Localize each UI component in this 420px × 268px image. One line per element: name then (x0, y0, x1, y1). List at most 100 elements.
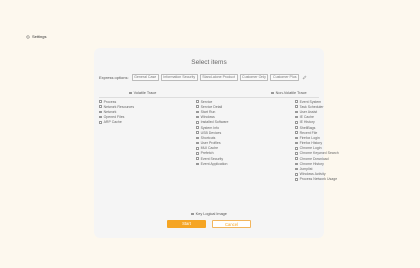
trace-item-label: Event System (299, 99, 322, 104)
checkbox[interactable] (295, 167, 298, 171)
pencil-icon[interactable] (302, 75, 307, 80)
trace-item-chrome-keyword-search[interactable]: Chrome Keyword Search (295, 151, 339, 156)
volatile-trace-label: Volatile Trace (133, 91, 157, 95)
checkbox[interactable] (99, 110, 102, 114)
trace-item-label: Service Detail (200, 104, 223, 109)
nonvolatile-trace-label: Non-Volatile Trace (275, 91, 307, 95)
express-option-information-security[interactable]: Information Security (160, 74, 198, 81)
trace-item-label: Shortcuts (200, 135, 216, 140)
checkbox[interactable] (196, 131, 199, 135)
trace-item-network-resources[interactable]: Network Resources (99, 104, 134, 109)
trace-item-label: System Info (200, 125, 220, 130)
trace-item-label: Recent File (299, 130, 318, 135)
checkbox[interactable] (196, 105, 199, 109)
express-options-bar: Express options: General Case Informatio… (99, 74, 307, 81)
checkbox[interactable] (295, 162, 298, 166)
trace-item-label: Chrome History (299, 161, 324, 166)
trace-item-label: Network Resources (103, 104, 135, 109)
trace-item-label: Chrome Download (299, 156, 329, 161)
trace-column-2: Service Service Detail Start Run Windows… (196, 99, 228, 166)
checkbox[interactable] (295, 172, 298, 176)
trace-item-label: User Assist (299, 109, 318, 114)
settings-label: Settings (32, 34, 47, 39)
checkbox[interactable] (295, 110, 298, 114)
settings-button[interactable]: Settings (26, 34, 46, 39)
checkbox[interactable] (295, 121, 298, 124)
trace-item-label: Service (200, 99, 213, 104)
trace-item-label: USB Devices (200, 130, 222, 135)
trace-item-label: Jumplist (299, 167, 313, 172)
checkbox[interactable] (99, 115, 102, 119)
trace-item-label: ShellBags (299, 125, 316, 130)
checkbox[interactable] (196, 100, 199, 103)
checkbox[interactable] (196, 162, 199, 166)
trace-item-label: Network (103, 109, 117, 114)
checkbox[interactable] (196, 121, 199, 124)
express-option-stand-alone-product[interactable]: Stand-alone Product (199, 74, 238, 81)
trace-item-label: Event Application (200, 161, 228, 166)
trace-item-event-application[interactable]: Event Application (196, 161, 228, 166)
checkbox[interactable] (196, 157, 199, 160)
nonvolatile-trace-checkbox[interactable] (271, 91, 274, 95)
select-items-panel: Select items Express options: General Ca… (94, 48, 339, 238)
checkbox[interactable] (295, 146, 298, 150)
checkbox[interactable] (196, 115, 199, 119)
checkbox[interactable] (196, 136, 199, 140)
checkbox[interactable] (99, 100, 102, 103)
volatile-trace-toggle[interactable]: Volatile Trace (129, 90, 156, 96)
checkbox[interactable] (196, 141, 199, 145)
gear-icon (26, 34, 30, 39)
trace-item-label: Prefetch (200, 151, 214, 156)
trace-item-process-network-usage[interactable]: Process Network Usage (295, 177, 339, 182)
checkbox[interactable] (295, 141, 298, 145)
trace-item-label: Event Security (200, 156, 224, 161)
checkbox[interactable] (196, 110, 199, 114)
checkbox[interactable] (99, 105, 102, 109)
trace-item-installed-software[interactable]: Installed Software (196, 120, 228, 125)
express-option-customer-plus[interactable]: Customer Plus (270, 74, 300, 81)
checkbox[interactable] (295, 131, 298, 135)
checkbox[interactable] (295, 157, 298, 160)
checkbox[interactable] (295, 152, 298, 155)
trace-item-label: Opened Files (103, 115, 125, 120)
checkbox[interactable] (196, 146, 199, 150)
trace-item-label: Windows Activity (299, 172, 326, 177)
express-option-customer-only[interactable]: Customer Only (239, 74, 269, 81)
express-option-general-case[interactable]: General Case (131, 74, 159, 81)
checkbox[interactable] (196, 152, 199, 155)
section-divider (99, 97, 319, 98)
start-button[interactable]: Start (167, 220, 206, 228)
checkbox[interactable] (295, 105, 298, 109)
trace-item-label: Chrome Login (299, 146, 322, 151)
checkbox[interactable] (295, 100, 298, 103)
checkbox[interactable] (295, 178, 298, 181)
key-logical-image-toggle[interactable]: Key Logical Image (94, 212, 324, 216)
trace-item-label: ARP Cache (103, 120, 122, 125)
trace-item-label: Firefox History (299, 141, 323, 146)
trace-item-label: IE History (299, 120, 315, 125)
nonvolatile-trace-toggle[interactable]: Non-Volatile Trace (271, 90, 307, 96)
cancel-button[interactable]: Cancel (212, 220, 251, 228)
trace-item-label: Firefox Login (299, 135, 320, 140)
express-options-label: Express options: (99, 75, 129, 80)
volatile-trace-checkbox[interactable] (129, 91, 132, 95)
checkbox[interactable] (196, 126, 199, 129)
trace-column-1: Process Network Resources Network Opened… (99, 99, 134, 125)
trace-column-3: Event System Task Scheduler User Assist … (295, 99, 339, 182)
action-buttons: Start Cancel (94, 220, 324, 228)
checkbox[interactable] (295, 136, 298, 140)
key-logical-image-checkbox[interactable] (191, 212, 194, 216)
trace-item-label: Task Scheduler (299, 104, 324, 109)
checkbox[interactable] (99, 121, 102, 124)
trace-item-label: Start Run (200, 109, 216, 114)
trace-item-label: MUI Cache (200, 146, 219, 151)
trace-item-label: IE Cache (299, 115, 314, 120)
panel-title: Select items (191, 59, 227, 66)
checkbox[interactable] (295, 126, 298, 129)
trace-item-label: Windows (200, 115, 215, 120)
checkbox[interactable] (295, 115, 298, 119)
trace-item-arp-cache[interactable]: ARP Cache (99, 120, 134, 125)
key-logical-image-label: Key Logical Image (195, 212, 227, 216)
trace-item-label: Chrome Keyword Search (299, 151, 339, 156)
trace-item-label: Installed Software (200, 120, 229, 125)
